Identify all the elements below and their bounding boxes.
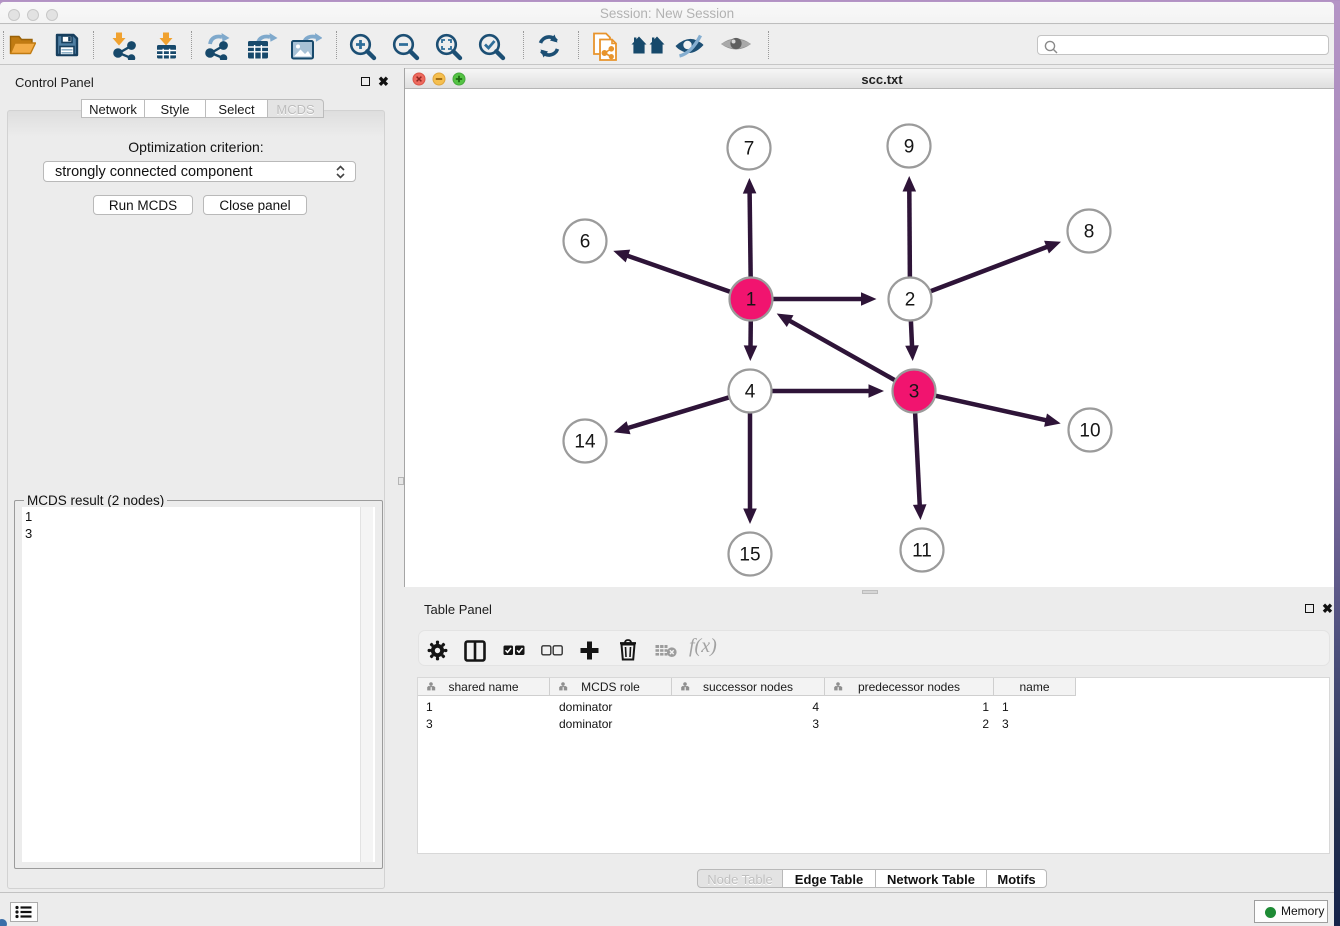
- svg-text:2: 2: [905, 290, 916, 311]
- svg-text:9: 9: [904, 137, 915, 158]
- svg-text:8: 8: [1084, 222, 1095, 243]
- svg-text:15: 15: [739, 545, 760, 566]
- svg-text:14: 14: [574, 432, 596, 453]
- svg-text:1: 1: [746, 290, 757, 311]
- svg-text:4: 4: [745, 382, 756, 403]
- svg-text:3: 3: [909, 382, 920, 403]
- svg-text:7: 7: [744, 139, 755, 160]
- svg-text:10: 10: [1079, 421, 1100, 442]
- svg-text:11: 11: [912, 541, 932, 562]
- svg-text:6: 6: [580, 232, 591, 253]
